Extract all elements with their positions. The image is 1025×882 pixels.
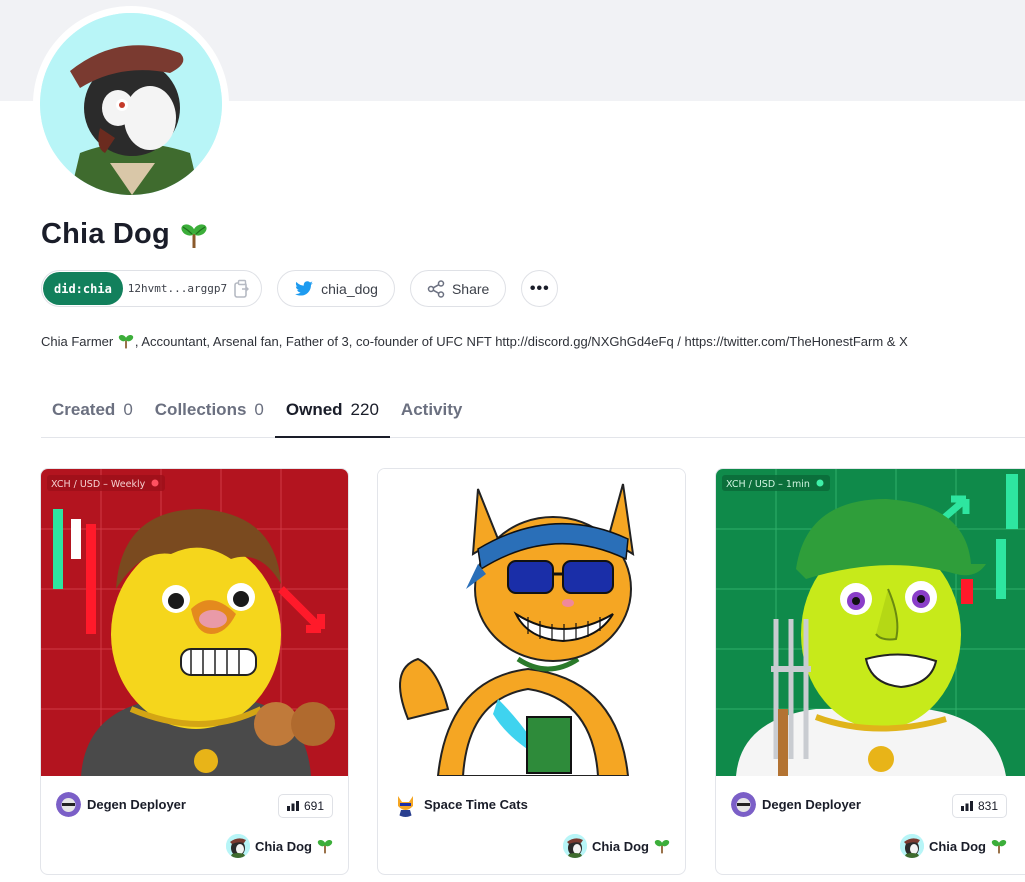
- sprout-icon: [181, 223, 207, 248]
- tab-owned[interactable]: Owned 220: [274, 391, 390, 438]
- views-count: 691: [303, 799, 324, 813]
- profile-bio: Chia Farmer , Accountant, Arsenal fan, F…: [41, 333, 1025, 349]
- twitter-button[interactable]: chia_dog: [277, 270, 395, 307]
- twitter-handle: chia_dog: [321, 280, 378, 297]
- nft-image[interactable]: [378, 469, 685, 776]
- more-icon: •••: [529, 279, 550, 297]
- tab-count: 0: [254, 400, 264, 419]
- twitter-icon: [295, 280, 313, 296]
- tab-count: 220: [350, 400, 379, 419]
- profile-avatar: [33, 6, 229, 202]
- nft-artwork: [378, 469, 685, 776]
- sprout-icon: [654, 839, 670, 854]
- collection-link[interactable]: Degen Deployer: [56, 792, 186, 817]
- profile-actions: did:chia 12hvmt...arggp7 chia_dog Share …: [41, 270, 559, 307]
- collection-name: Degen Deployer: [762, 797, 861, 812]
- tab-created[interactable]: Created 0: [41, 391, 144, 438]
- profile-name: Chia Dog: [41, 218, 208, 251]
- sprout-icon: [991, 839, 1007, 854]
- owner-link[interactable]: Chia Dog: [899, 834, 1007, 858]
- owner-avatar: [562, 834, 587, 858]
- nft-image[interactable]: XCH / USD – Weekly: [41, 469, 348, 776]
- collection-name: Degen Deployer: [87, 797, 186, 812]
- views-badge: 691: [277, 794, 333, 818]
- collection-avatar: [393, 792, 418, 817]
- chart-overlay-label: XCH / USD – 1min: [726, 479, 810, 490]
- sprout-icon: [118, 334, 134, 349]
- tab-label: Activity: [400, 400, 463, 419]
- tab-count: 0: [123, 400, 133, 419]
- did-value: 12hvmt...arggp7: [127, 282, 228, 295]
- owner-avatar: [899, 834, 924, 858]
- tab-label: Created: [52, 400, 116, 419]
- did-pill[interactable]: did:chia 12hvmt...arggp7: [41, 270, 263, 307]
- tab-label: Owned: [285, 400, 343, 419]
- share-icon: [427, 279, 445, 298]
- more-button[interactable]: •••: [521, 270, 559, 307]
- bar-chart-icon: [960, 801, 973, 811]
- bio-start: Chia Farmer: [41, 334, 114, 349]
- owner-avatar: [225, 834, 250, 858]
- chart-overlay-label: XCH / USD – Weekly: [51, 479, 146, 490]
- bio-rest: , Accountant, Arsenal fan, Father of 3, …: [134, 334, 908, 349]
- owner-link[interactable]: Chia Dog: [562, 834, 670, 858]
- views-badge: 831: [951, 794, 1007, 818]
- nft-card[interactable]: XCH / USD – 1min Degen Deployer 831 Chia…: [715, 468, 1025, 875]
- bar-chart-icon: [286, 801, 299, 811]
- profile-name-text: Chia Dog: [41, 218, 170, 250]
- collection-avatar: [731, 792, 756, 817]
- share-label: Share: [451, 280, 490, 297]
- dog-avatar-image: [40, 13, 222, 195]
- share-button[interactable]: Share: [409, 270, 507, 307]
- nft-card[interactable]: Space Time Cats Chia Dog: [377, 468, 686, 875]
- owner-name: Chia Dog: [928, 838, 986, 854]
- tab-label: Collections: [154, 400, 247, 419]
- collection-link[interactable]: Degen Deployer: [731, 792, 861, 817]
- copy-icon[interactable]: [233, 279, 251, 299]
- owner-name: Chia Dog: [254, 838, 312, 854]
- nft-card[interactable]: XCH / USD – Weekly Degen Deployer 691 Ch…: [40, 468, 349, 875]
- sprout-icon: [317, 839, 333, 854]
- collection-link[interactable]: Space Time Cats: [393, 792, 528, 817]
- nft-artwork: XCH / USD – Weekly: [41, 469, 348, 776]
- owner-link[interactable]: Chia Dog: [225, 834, 333, 858]
- owner-name: Chia Dog: [591, 838, 649, 854]
- collection-avatar: [56, 792, 81, 817]
- views-count: 831: [977, 799, 998, 813]
- nft-image[interactable]: XCH / USD – 1min: [716, 469, 1025, 776]
- nft-artwork: XCH / USD – 1min: [716, 469, 1025, 776]
- did-tag: did:chia: [43, 272, 123, 305]
- tab-activity[interactable]: Activity: [390, 391, 473, 438]
- collection-name: Space Time Cats: [424, 797, 528, 812]
- tab-collections[interactable]: Collections 0: [144, 391, 275, 438]
- profile-tabs: Created 0 Collections 0 Owned 220 Activi…: [41, 391, 1025, 438]
